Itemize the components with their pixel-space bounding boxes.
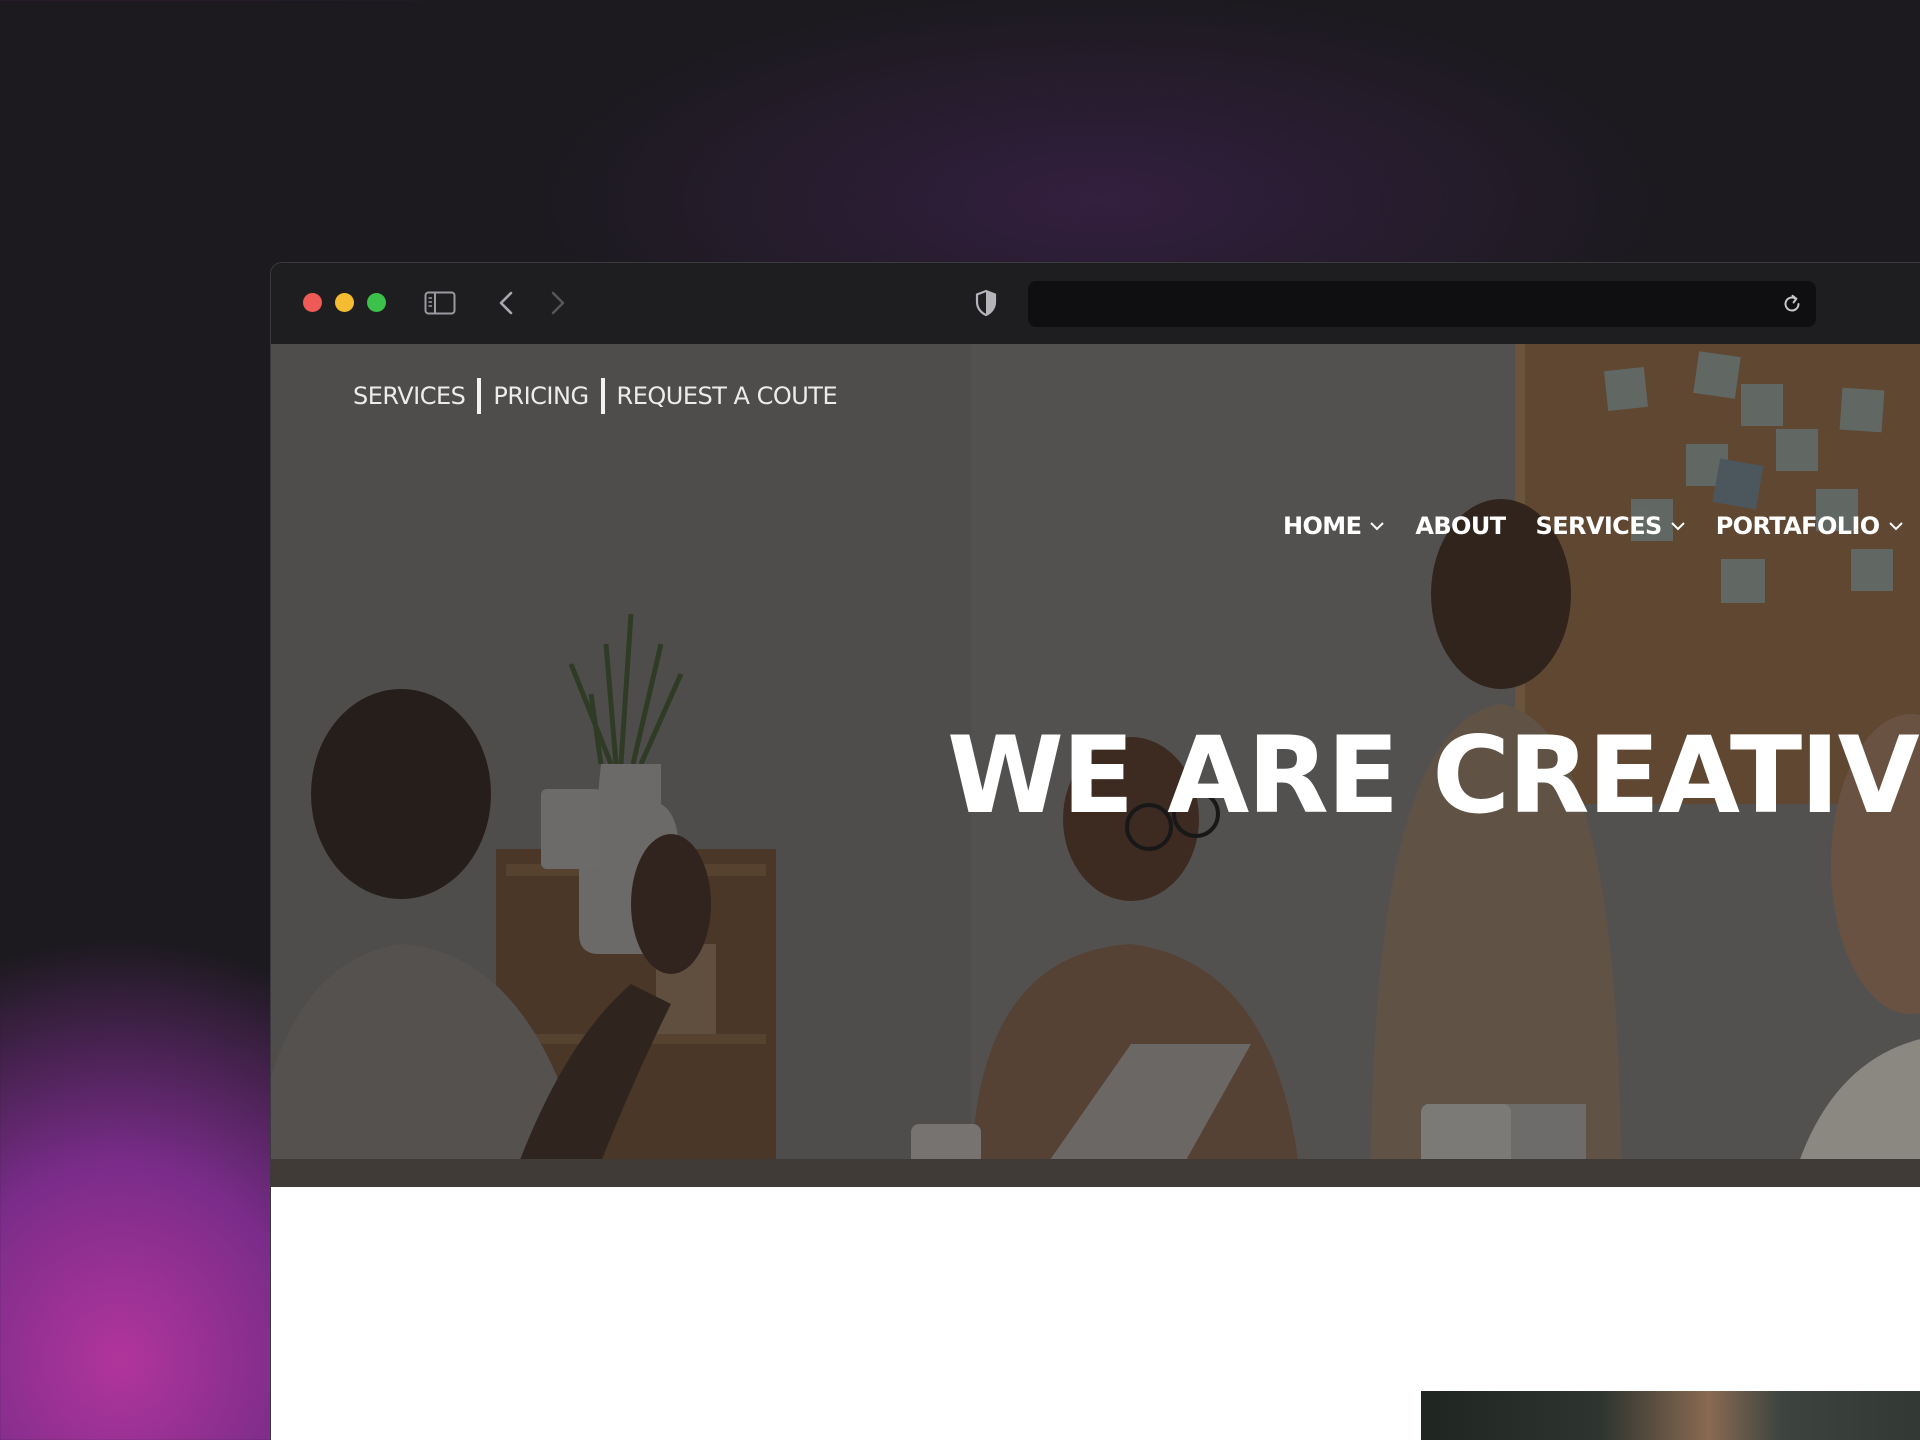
top-link-divider [600,378,605,414]
forward-arrow-icon[interactable] [546,287,570,319]
nav-item-services[interactable]: SERVICES [1536,512,1686,540]
top-link-divider [477,378,482,414]
reload-icon[interactable] [1780,292,1804,316]
top-links-bar: SERVICES PRICING REQUEST A COUTE [353,378,838,414]
url-input[interactable] [1028,281,1816,327]
chevron-down-icon [1369,521,1385,531]
top-link-request-quote[interactable]: REQUEST A COUTE [617,382,838,410]
close-window-button[interactable] [303,293,322,312]
back-arrow-icon[interactable] [494,287,518,319]
sidebar-toggle-icon[interactable] [423,287,457,319]
browser-toolbar [271,263,1920,344]
hero-section: SERVICES PRICING REQUEST A COUTE HOME AB… [271,344,1920,1187]
hero-headline: WE ARE CREATIVE [947,714,1920,837]
address-bar[interactable] [1028,281,1816,327]
zoom-window-button[interactable] [367,293,386,312]
top-link-services[interactable]: SERVICES [353,382,466,410]
chevron-down-icon [1888,521,1904,531]
main-navigation: HOME ABOUT SERVICES PORTAFOLIO [1283,512,1920,540]
top-link-pricing[interactable]: PRICING [493,382,589,410]
page-viewport: SERVICES PRICING REQUEST A COUTE HOME AB… [271,344,1920,1440]
nav-item-label: SERVICES [1535,512,1663,540]
section-image [1421,1391,1920,1440]
nav-item-label: HOME [1283,512,1362,540]
nav-item-about[interactable]: ABOUT [1415,512,1506,540]
privacy-shield-icon[interactable] [971,287,1001,319]
nav-item-portafolio[interactable]: PORTAFOLIO [1716,512,1904,540]
minimize-window-button[interactable] [335,293,354,312]
nav-item-label: PORTAFOLIO [1715,512,1881,540]
nav-item-label: ABOUT [1415,512,1506,540]
browser-window: SERVICES PRICING REQUEST A COUTE HOME AB… [270,262,1920,1440]
nav-item-home[interactable]: HOME [1283,512,1385,540]
chevron-down-icon [1670,521,1686,531]
